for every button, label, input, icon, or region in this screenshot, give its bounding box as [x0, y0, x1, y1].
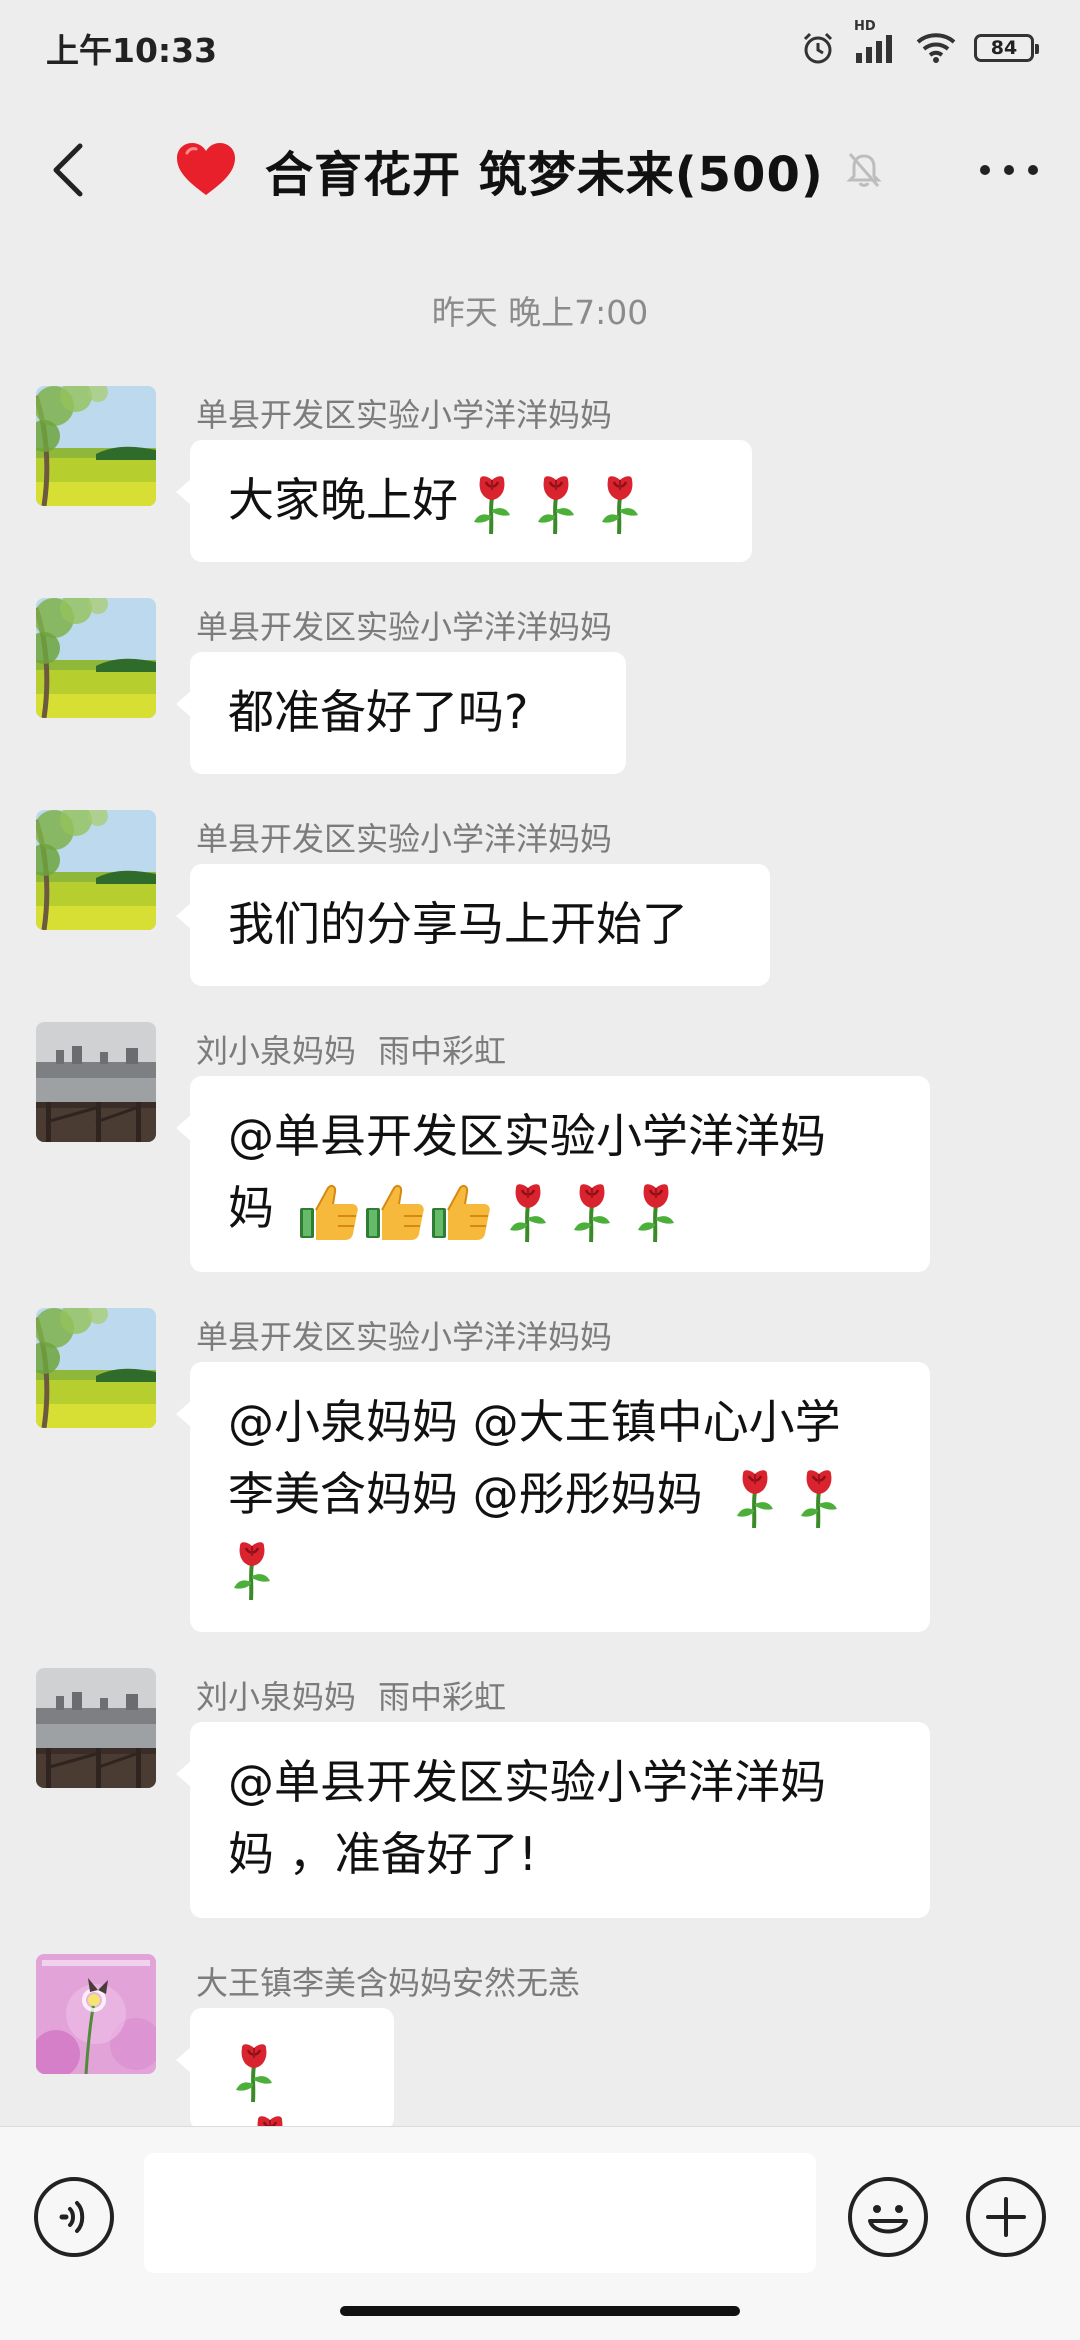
- status-bar: 上午10:33 HD 84: [0, 0, 1080, 96]
- thumbs-up-emoji: [364, 1182, 426, 1242]
- rose-emoji: [795, 1466, 843, 1530]
- status-icons: HD 84: [800, 19, 1039, 66]
- message-line: @单县开发区实验小学洋洋妈: [228, 1109, 826, 1163]
- avatar[interactable]: [36, 1954, 156, 2074]
- message-bubble[interactable]: @单县开发区实验小学洋洋妈 妈: [176, 1076, 930, 1272]
- message-line: 李美含妈妈 @彤彤妈妈: [228, 1458, 892, 1530]
- avatar[interactable]: [36, 1308, 156, 1428]
- rose-emoji: [230, 2040, 278, 2104]
- sender-name-text: 刘小泉妈妈: [196, 1678, 357, 1716]
- sender-name: 单县开发区实验小学洋洋妈妈: [196, 396, 613, 434]
- message-bubble[interactable]: [176, 2008, 394, 2130]
- rose-emoji: [468, 472, 516, 536]
- thumbs-up-emoji: [430, 1182, 492, 1242]
- avatar[interactable]: [36, 1668, 156, 1788]
- sender-nickname: 雨中彩虹: [378, 1032, 507, 1070]
- rose-emoji: [632, 1180, 680, 1244]
- avatar[interactable]: [36, 1022, 156, 1142]
- rose-emoji: [228, 1538, 276, 1602]
- voice-button[interactable]: [34, 2177, 114, 2257]
- chat-header: 合育花开 筑梦未来(500): [0, 96, 1080, 244]
- message-text: 大家晚上好: [228, 473, 458, 527]
- emoji-icon: [868, 2205, 908, 2234]
- avatar[interactable]: [36, 810, 156, 930]
- message-line: @小泉妈妈 @大王镇中心小学: [228, 1395, 841, 1449]
- sender-name: 刘小泉妈妈 雨中彩虹: [196, 1672, 506, 1718]
- plus-button[interactable]: [966, 2177, 1046, 2257]
- chat-title-area[interactable]: 合育花开 筑梦未来(500): [175, 140, 884, 203]
- message-bubble[interactable]: 我们的分享马上开始了: [176, 864, 770, 986]
- message-line: @单县开发区实验小学洋洋妈: [228, 1755, 826, 1809]
- rose-emoji: [532, 472, 580, 536]
- signal-icon: HD: [854, 19, 898, 65]
- chat-title: 合育花开 筑梦未来(500): [265, 147, 824, 203]
- sender-name-text: 刘小泉妈妈: [196, 1032, 357, 1070]
- message-text: 妈: [228, 1181, 274, 1235]
- avatar[interactable]: [36, 386, 156, 506]
- more-button[interactable]: [974, 140, 1044, 200]
- rose-emoji: [731, 1466, 779, 1530]
- sender-nickname: 雨中彩虹: [378, 1678, 507, 1716]
- sender-name: 单县开发区实验小学洋洋妈妈: [196, 608, 613, 646]
- rose-emoji: [596, 472, 644, 536]
- rose-emoji: [568, 1180, 616, 1244]
- sender-name: 大王镇李美含妈妈安然无恙: [196, 1964, 581, 2002]
- message-bubble[interactable]: @小泉妈妈 @大王镇中心小学 李美含妈妈 @彤彤妈妈: [176, 1362, 930, 1632]
- wifi-icon: [916, 32, 956, 64]
- sender-name: 单县开发区实验小学洋洋妈妈: [196, 820, 613, 858]
- message-line: 妈: [228, 1172, 892, 1244]
- sender-name: 单县开发区实验小学洋洋妈妈: [196, 1318, 613, 1356]
- message-text: 李美含妈妈 @彤彤妈妈: [228, 1467, 703, 1521]
- message-line: 妈 ，准备好了!: [228, 1827, 538, 1881]
- rose-emoji: [504, 1180, 552, 1244]
- back-chevron-icon: [53, 143, 83, 197]
- more-dots-icon: [980, 165, 1038, 175]
- voice-icon: [59, 2201, 85, 2233]
- message-bubble[interactable]: 大家晚上好: [176, 440, 752, 562]
- bell-muted-icon: [846, 153, 882, 187]
- avatar[interactable]: [36, 598, 156, 718]
- message-bubble[interactable]: @单县开发区实验小学洋洋妈 妈 ，准备好了!: [176, 1722, 930, 1918]
- message-text: 我们的分享马上开始了: [228, 897, 688, 951]
- back-button[interactable]: [38, 138, 98, 202]
- home-indicator[interactable]: [340, 2306, 740, 2316]
- status-time: 上午10:33: [46, 31, 218, 70]
- message-line: [228, 1530, 892, 1602]
- battery-indicator: 84: [974, 34, 1039, 62]
- alarm-icon: [800, 30, 836, 66]
- plus-icon: [986, 2197, 1026, 2237]
- sender-name: 刘小泉妈妈 雨中彩虹: [196, 1026, 506, 1072]
- emoji-button[interactable]: [848, 2177, 928, 2257]
- network-label: HD: [854, 19, 876, 34]
- heart-icon: [177, 143, 235, 195]
- message-text: 都准备好了吗?: [228, 685, 529, 739]
- message-bubble[interactable]: 都准备好了吗?: [176, 652, 626, 774]
- message-input[interactable]: [144, 2153, 816, 2273]
- chat-timestamp: 昨天 晚上7:00: [431, 293, 649, 332]
- thumbs-up-emoji: [298, 1182, 360, 1242]
